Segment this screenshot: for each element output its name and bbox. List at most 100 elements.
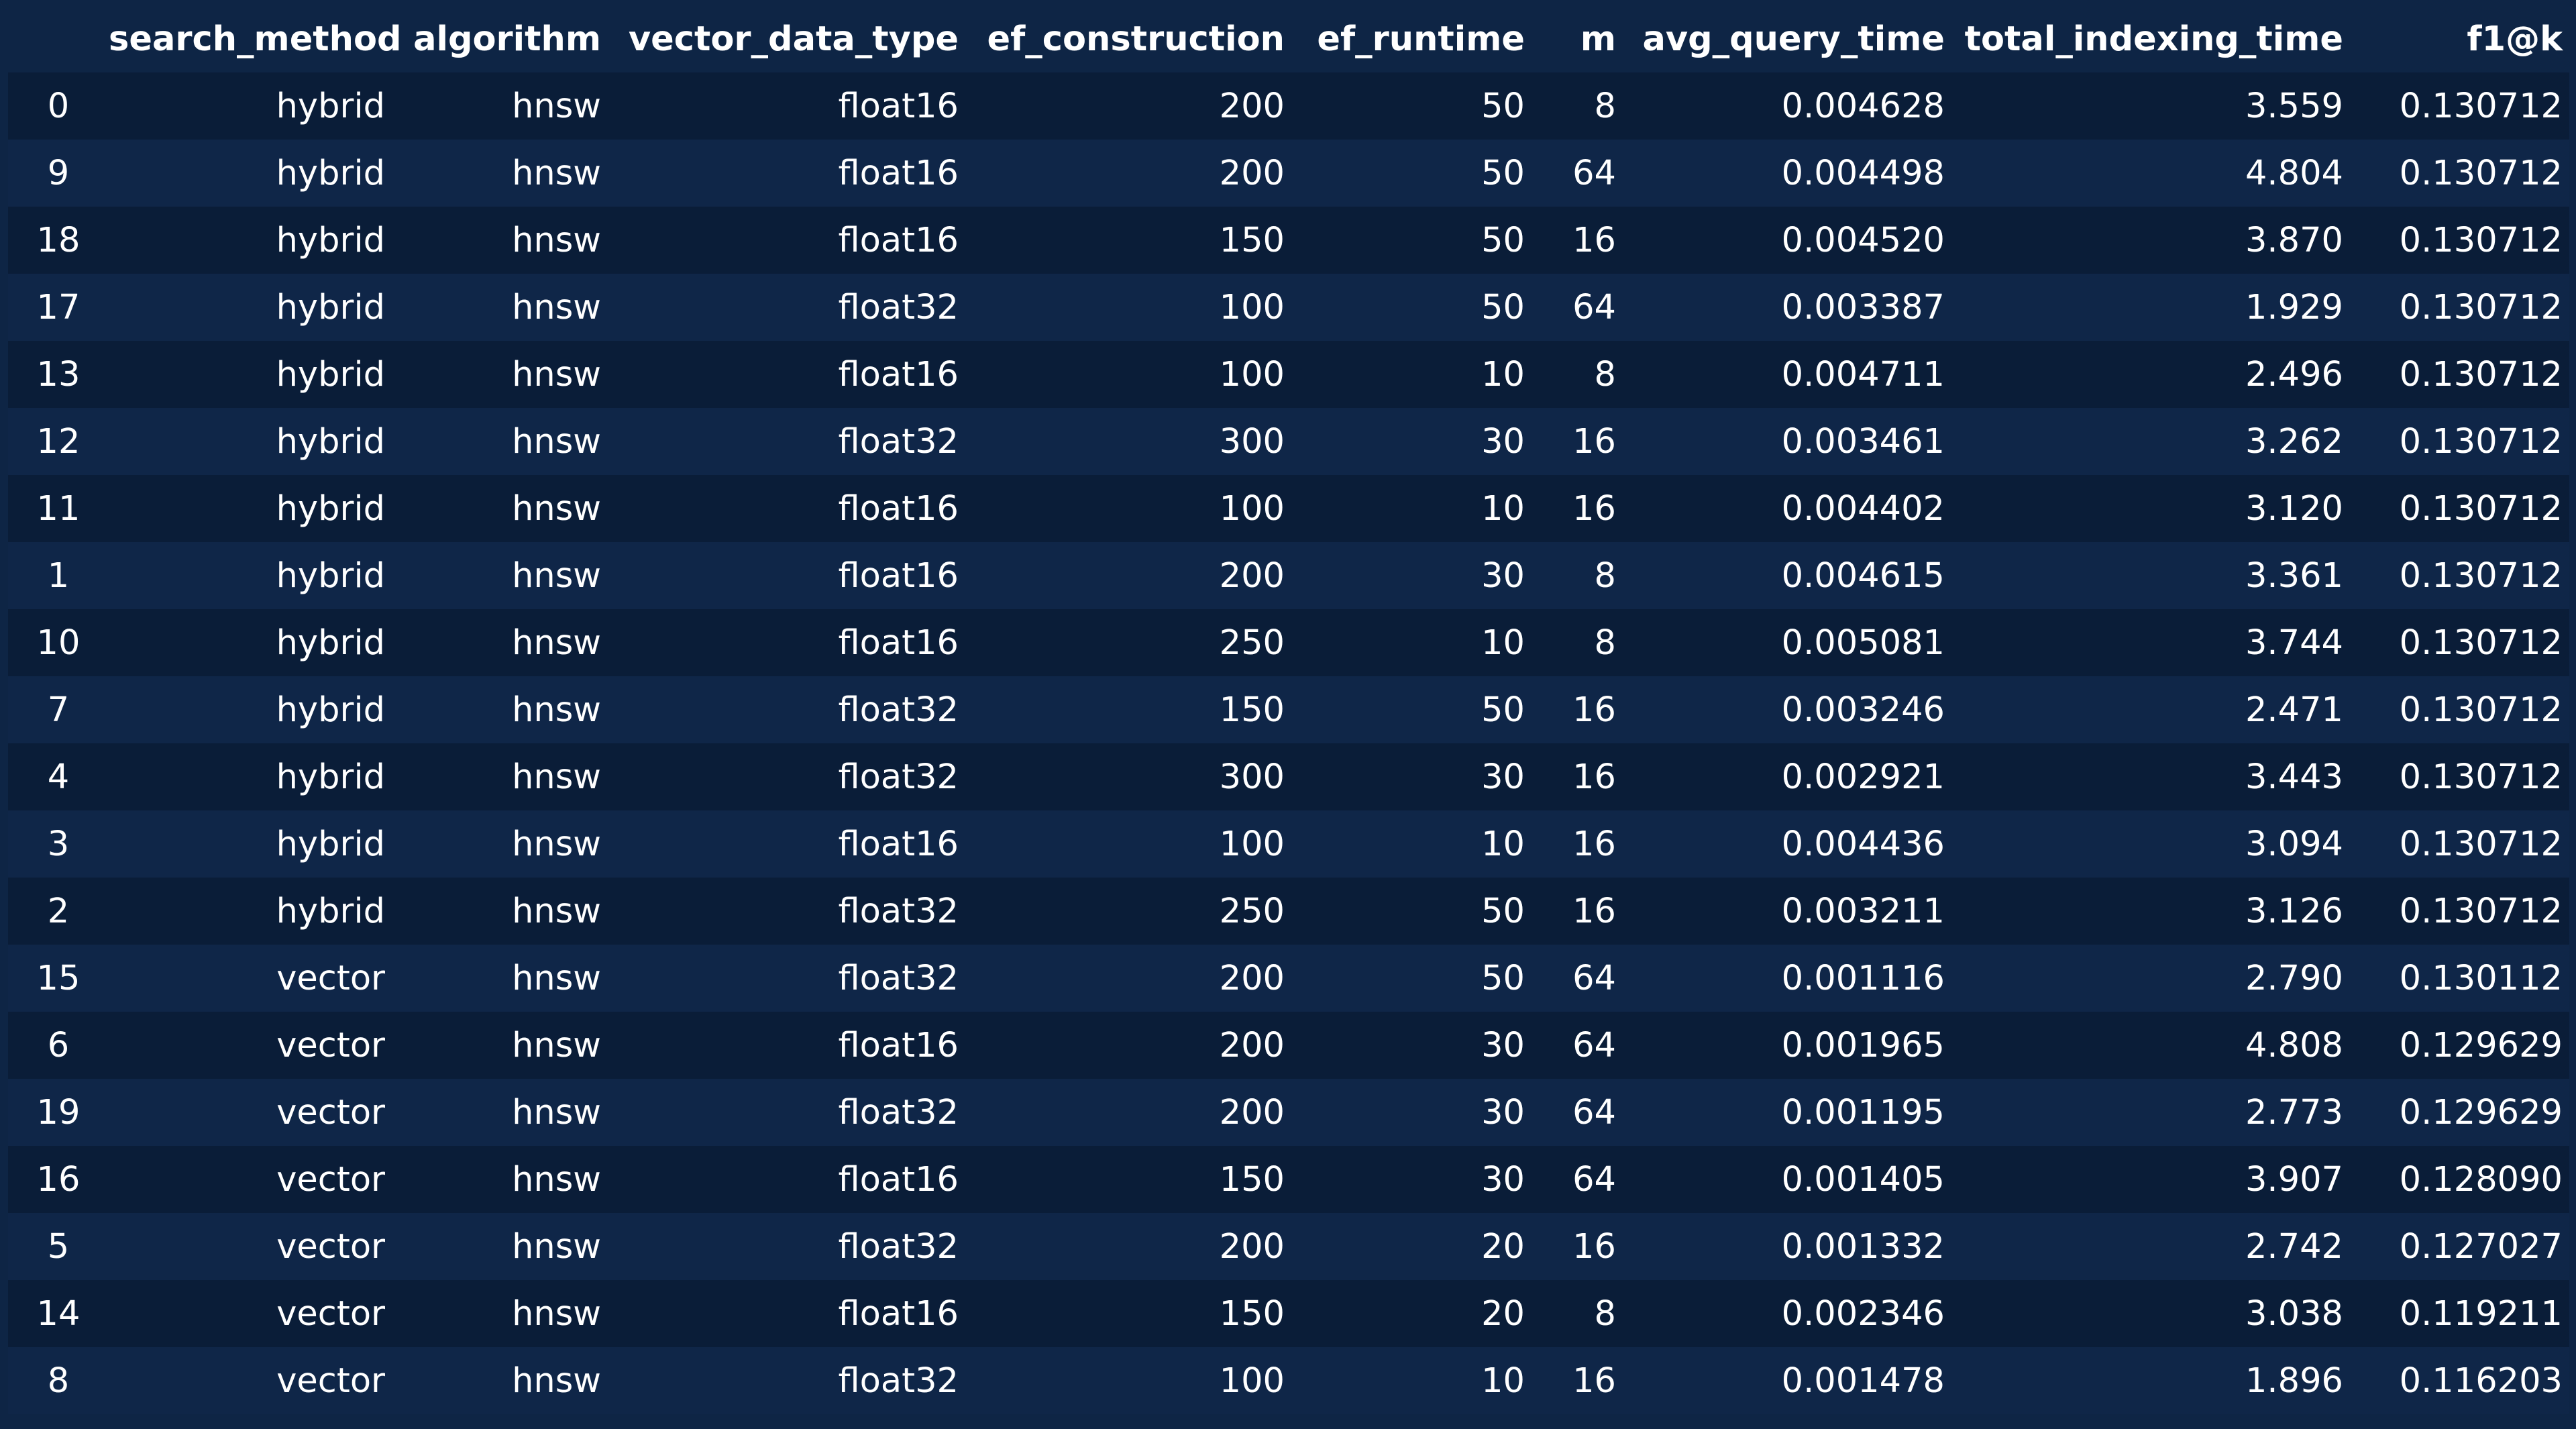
column-header-ef-runtime: ef_runtime	[1299, 5, 1540, 72]
cell-avg-query-time: 0.003387	[1781, 287, 1945, 327]
table-row: 2 hybrid hnsw float32 250 50 16 0.003211…	[8, 878, 2569, 945]
cell-m: 16	[1572, 421, 1616, 462]
row-index: 1	[47, 555, 70, 596]
cell-f1-at-k: 0.127027	[2399, 1226, 2563, 1267]
cell-f1-at-k: 0.130712	[2399, 86, 2563, 126]
cell-ef-runtime: 50	[1481, 86, 1525, 126]
cell-vector-data-type: float16	[838, 86, 959, 126]
cell-vector-data-type: float16	[838, 153, 959, 193]
cell-avg-query-time: 0.003461	[1781, 421, 1945, 462]
cell-ef-runtime: 30	[1481, 1159, 1525, 1200]
cell-algorithm: hnsw	[512, 354, 601, 394]
cell-vector-data-type: float16	[838, 1025, 959, 1065]
cell-avg-query-time: 0.001478	[1781, 1361, 1945, 1401]
cell-m: 16	[1572, 891, 1616, 931]
cell-ef-construction: 250	[1219, 623, 1285, 663]
cell-search-method: hybrid	[276, 421, 385, 462]
row-index: 6	[47, 1025, 70, 1065]
cell-ef-construction: 150	[1219, 1159, 1285, 1200]
row-index: 0	[47, 86, 70, 126]
cell-total-indexing-time: 3.038	[2245, 1293, 2343, 1334]
cell-search-method: hybrid	[276, 86, 385, 126]
cell-total-indexing-time: 4.804	[2245, 153, 2343, 193]
cell-m: 16	[1572, 1361, 1616, 1401]
cell-f1-at-k: 0.130712	[2399, 623, 2563, 663]
cell-m: 64	[1572, 1159, 1616, 1200]
cell-avg-query-time: 0.003246	[1781, 690, 1945, 730]
cell-algorithm: hnsw	[512, 1159, 601, 1200]
table-row: 16 vector hnsw float16 150 30 64 0.00140…	[8, 1146, 2569, 1213]
cell-ef-construction: 100	[1219, 287, 1285, 327]
table-row: 9 hybrid hnsw float16 200 50 64 0.004498…	[8, 140, 2569, 207]
column-header-algorithm: algorithm	[400, 5, 616, 72]
column-header-f1-at-k: f1@k	[2358, 5, 2569, 72]
column-header-index	[8, 5, 109, 72]
cell-total-indexing-time: 1.929	[2245, 287, 2343, 327]
cell-m: 16	[1572, 757, 1616, 797]
row-index: 5	[47, 1226, 70, 1267]
cell-avg-query-time: 0.002921	[1781, 757, 1945, 797]
cell-avg-query-time: 0.001405	[1781, 1159, 1945, 1200]
cell-total-indexing-time: 3.262	[2245, 421, 2343, 462]
cell-avg-query-time: 0.001965	[1781, 1025, 1945, 1065]
cell-ef-construction: 300	[1219, 421, 1285, 462]
row-index: 19	[36, 1092, 80, 1132]
column-header-avg-query-time: avg_query_time	[1631, 5, 1960, 72]
table-header: search_method algorithm vector_data_type…	[8, 5, 2569, 72]
cell-m: 64	[1572, 287, 1616, 327]
cell-vector-data-type: float32	[838, 690, 959, 730]
cell-ef-construction: 200	[1219, 1226, 1285, 1267]
cell-ef-construction: 200	[1219, 86, 1285, 126]
cell-vector-data-type: float32	[838, 1226, 959, 1267]
cell-avg-query-time: 0.003211	[1781, 891, 1945, 931]
cell-f1-at-k: 0.130712	[2399, 757, 2563, 797]
cell-ef-construction: 100	[1219, 1361, 1285, 1401]
cell-ef-runtime: 10	[1481, 1361, 1525, 1401]
cell-total-indexing-time: 2.471	[2245, 690, 2343, 730]
cell-algorithm: hnsw	[512, 86, 601, 126]
table-row: 3 hybrid hnsw float16 100 10 16 0.004436…	[8, 810, 2569, 878]
cell-f1-at-k: 0.130712	[2399, 153, 2563, 193]
cell-vector-data-type: float32	[838, 1361, 959, 1401]
table-row: 10 hybrid hnsw float16 250 10 8 0.005081…	[8, 609, 2569, 676]
cell-f1-at-k: 0.130712	[2399, 891, 2563, 931]
cell-algorithm: hnsw	[512, 220, 601, 260]
cell-avg-query-time: 0.004402	[1781, 488, 1945, 529]
cell-algorithm: hnsw	[512, 1226, 601, 1267]
cell-ef-runtime: 10	[1481, 824, 1525, 864]
cell-search-method: hybrid	[276, 757, 385, 797]
row-index: 8	[47, 1361, 70, 1401]
cell-f1-at-k: 0.130712	[2399, 690, 2563, 730]
cell-ef-construction: 200	[1219, 153, 1285, 193]
table-row: 8 vector hnsw float32 100 10 16 0.001478…	[8, 1347, 2569, 1414]
cell-f1-at-k: 0.129629	[2399, 1092, 2563, 1132]
cell-algorithm: hnsw	[512, 824, 601, 864]
cell-search-method: hybrid	[276, 623, 385, 663]
table-row: 18 hybrid hnsw float16 150 50 16 0.00452…	[8, 207, 2569, 274]
cell-avg-query-time: 0.001332	[1781, 1226, 1945, 1267]
cell-vector-data-type: float16	[838, 623, 959, 663]
cell-search-method: vector	[276, 1025, 385, 1065]
cell-ef-runtime: 20	[1481, 1293, 1525, 1334]
cell-m: 16	[1572, 220, 1616, 260]
table-row: 5 vector hnsw float32 200 20 16 0.001332…	[8, 1213, 2569, 1280]
cell-algorithm: hnsw	[512, 488, 601, 529]
cell-ef-runtime: 50	[1481, 153, 1525, 193]
cell-ef-runtime: 50	[1481, 958, 1525, 998]
column-header-vector-data-type: vector_data_type	[616, 5, 973, 72]
cell-ef-runtime: 50	[1481, 287, 1525, 327]
cell-ef-runtime: 10	[1481, 488, 1525, 529]
cell-avg-query-time: 0.004498	[1781, 153, 1945, 193]
cell-search-method: hybrid	[276, 220, 385, 260]
row-index: 11	[36, 488, 80, 529]
cell-total-indexing-time: 3.120	[2245, 488, 2343, 529]
table-row: 19 vector hnsw float32 200 30 64 0.00119…	[8, 1079, 2569, 1146]
cell-algorithm: hnsw	[512, 757, 601, 797]
cell-ef-construction: 200	[1219, 1092, 1285, 1132]
cell-algorithm: hnsw	[512, 690, 601, 730]
cell-search-method: vector	[276, 1361, 385, 1401]
cell-algorithm: hnsw	[512, 153, 601, 193]
cell-total-indexing-time: 1.896	[2245, 1361, 2343, 1401]
column-header-search-method: search_method	[109, 5, 400, 72]
cell-algorithm: hnsw	[512, 421, 601, 462]
